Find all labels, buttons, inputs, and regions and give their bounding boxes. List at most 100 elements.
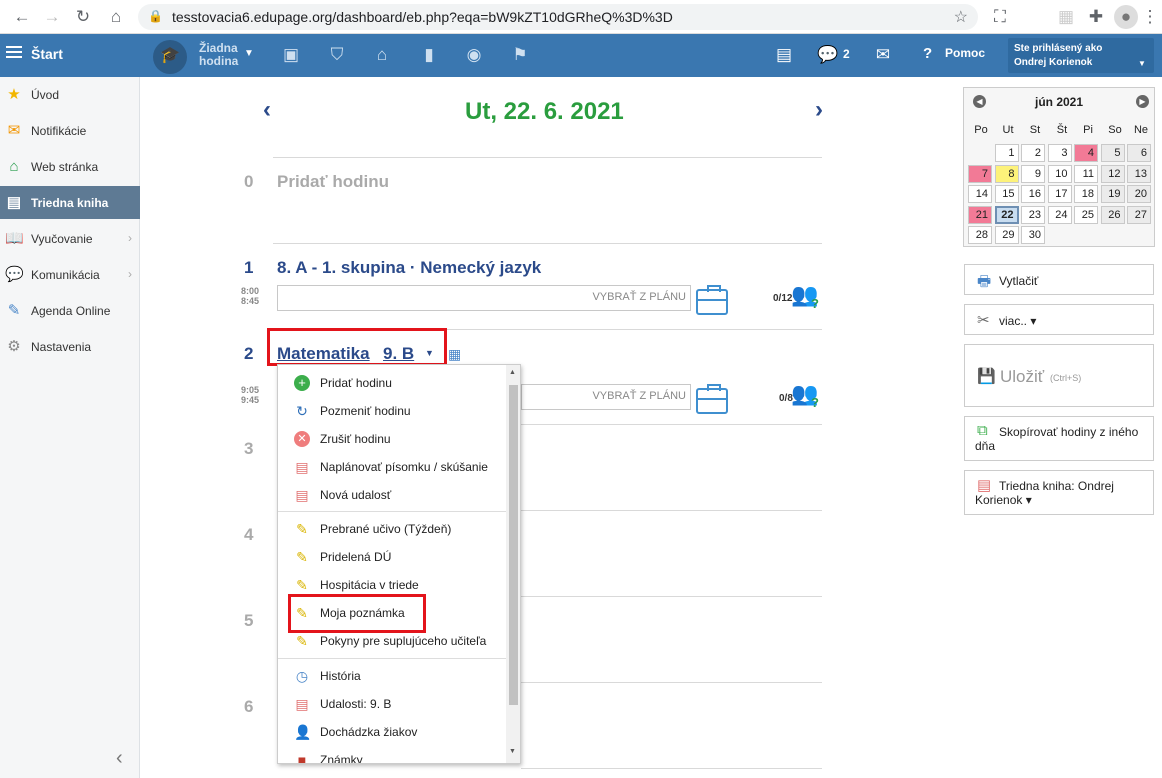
chat-icon[interactable]: 💬 bbox=[817, 44, 839, 66]
compass-icon[interactable]: ◉ bbox=[463, 44, 485, 66]
calendar-day[interactable]: 19 bbox=[1100, 185, 1125, 203]
menu-item-events[interactable]: ▤ Udalosti: 9. B bbox=[278, 690, 506, 718]
briefcase-icon[interactable]: ▣ bbox=[280, 44, 302, 66]
forward-icon[interactable]: → bbox=[40, 5, 64, 29]
print-button[interactable]: 🖶 Vytlačiť bbox=[964, 264, 1154, 295]
back-icon[interactable]: ← bbox=[10, 5, 34, 29]
calendar-day[interactable]: 26 bbox=[1100, 205, 1125, 224]
walking-icon[interactable]: ⚑ bbox=[509, 44, 531, 66]
menu-item-grades[interactable]: ■ Známky bbox=[278, 746, 506, 763]
calendar-day[interactable]: 9 bbox=[1021, 164, 1045, 183]
calendar-day[interactable]: 1 bbox=[994, 144, 1019, 162]
chevron-down-icon[interactable]: ▼ bbox=[244, 48, 254, 59]
chrome-menu-icon[interactable]: ⋮ bbox=[1138, 5, 1162, 29]
plan-placeholder[interactable]: VYBRAŤ Z PLÁNU bbox=[592, 390, 686, 402]
calendar-day[interactable]: 2 bbox=[1021, 144, 1045, 162]
menu-item-homework[interactable]: ✎ Pridelená DÚ bbox=[278, 543, 506, 571]
extension-icon[interactable]: ▦ bbox=[1054, 5, 1078, 29]
briefcase-icon[interactable] bbox=[696, 285, 728, 315]
topic-input[interactable]: VYBRAŤ Z PLÁNU bbox=[521, 384, 691, 410]
sidebar-item-agenda[interactable]: ✎ Agenda Online bbox=[0, 294, 140, 328]
help-label[interactable]: Pomoc bbox=[945, 46, 985, 60]
calendar-day[interactable]: 17 bbox=[1047, 185, 1072, 203]
calendar-day[interactable]: 23 bbox=[1021, 205, 1045, 224]
calendar-day[interactable]: 25 bbox=[1074, 205, 1098, 224]
students-icon[interactable]: 👥? bbox=[791, 282, 819, 311]
graduation-cap-icon[interactable]: 🎓 bbox=[153, 40, 187, 74]
prev-day-icon[interactable]: ‹ bbox=[263, 96, 271, 124]
sidebar-item-nastavenia[interactable]: ⚙ Nastavenia bbox=[0, 330, 140, 364]
cast-icon[interactable]: ⛶ bbox=[988, 5, 1012, 29]
address-bar[interactable]: 🔒 tesstovacia6.edupage.org/dashboard/eb.… bbox=[138, 4, 978, 30]
add-lesson-link[interactable]: Pridať hodinu bbox=[277, 172, 389, 192]
lesson-class[interactable]: 9. B bbox=[383, 344, 414, 364]
copy-lessons-button[interactable]: ⧉ Skopírovať hodiny z iného dňa bbox=[964, 416, 1154, 461]
collapse-sidebar-icon[interactable]: ‹ bbox=[116, 747, 123, 770]
menu-item-change-lesson[interactable]: ↻ Pozmeniť hodinu bbox=[278, 397, 506, 425]
calendar-day[interactable]: 12 bbox=[1100, 164, 1125, 183]
menu-item-add-lesson[interactable]: + Pridať hodinu bbox=[278, 369, 506, 397]
mail-icon[interactable]: ✉ bbox=[872, 44, 894, 66]
calendar-day[interactable]: 16 bbox=[1021, 185, 1045, 203]
calendar-day[interactable]: 10 bbox=[1047, 164, 1072, 183]
calendar-day[interactable]: 18 bbox=[1074, 185, 1098, 203]
save-button[interactable]: 💾 Uložiť (Ctrl+S) bbox=[964, 344, 1154, 407]
calendar-day[interactable]: 6 bbox=[1127, 144, 1151, 162]
calendar-day[interactable]: 3 bbox=[1047, 144, 1072, 162]
lesson-subject[interactable]: Matematika bbox=[277, 344, 370, 364]
students-icon[interactable]: 👥? bbox=[791, 381, 819, 410]
calendar-day[interactable]: 4 bbox=[1074, 144, 1098, 162]
sidebar-item-web[interactable]: ⌂ Web stránka bbox=[0, 150, 140, 184]
briefcase-icon[interactable] bbox=[696, 384, 728, 414]
lesson-selector[interactable]: Žiadna hodina bbox=[199, 42, 241, 68]
calendar-day[interactable]: 27 bbox=[1127, 205, 1151, 224]
calendar-day[interactable]: 30 bbox=[1021, 226, 1045, 244]
next-day-icon[interactable]: › bbox=[815, 96, 823, 124]
sidebar-item-notifikacie[interactable]: ✉ Notifikácie bbox=[0, 114, 140, 148]
bar-chart-icon[interactable]: ▮ bbox=[418, 44, 440, 66]
menu-item-cancel-lesson[interactable]: ✕ Zrušiť hodinu bbox=[278, 425, 506, 453]
bank-icon[interactable]: ⌂ bbox=[371, 44, 393, 66]
sidebar-item-vyucovanie[interactable]: 📖 Vyučovanie › bbox=[0, 222, 140, 256]
reload-icon[interactable]: ↻ bbox=[71, 5, 95, 29]
calendar-day[interactable]: 24 bbox=[1047, 205, 1072, 224]
more-button[interactable]: ✂ viac.. ▾ bbox=[964, 304, 1154, 335]
hamburger-icon[interactable] bbox=[6, 46, 22, 48]
calendar-day[interactable]: 29 bbox=[994, 226, 1019, 244]
menu-item-history[interactable]: ◷ História bbox=[278, 662, 506, 690]
login-box[interactable]: Ste prihlásený ako Ondrej Korienok ▼ bbox=[1008, 38, 1154, 73]
menu-scrollbar[interactable]: ▲ ▼ bbox=[506, 365, 520, 763]
screen-cast-icon[interactable]: ▤ bbox=[773, 44, 795, 66]
calendar-day[interactable]: 22 bbox=[994, 205, 1019, 224]
chevron-down-icon[interactable]: ▼ bbox=[425, 348, 434, 358]
calendar-day[interactable]: 5 bbox=[1100, 144, 1125, 162]
calendar-day[interactable]: 7 bbox=[968, 164, 992, 183]
next-month-icon[interactable]: ▶ bbox=[1136, 95, 1149, 108]
plan-placeholder[interactable]: VYBRAŤ Z PLÁNU bbox=[592, 291, 686, 303]
calendar-day[interactable]: 11 bbox=[1074, 164, 1098, 183]
calendar-day[interactable]: 28 bbox=[968, 226, 992, 244]
bookmark-star-icon[interactable]: ☆ bbox=[954, 7, 968, 27]
calendar-day[interactable]: 13 bbox=[1127, 164, 1151, 183]
home-icon[interactable]: ⌂ bbox=[104, 5, 128, 29]
sidebar-item-komunikacia[interactable]: 💬 Komunikácia › bbox=[0, 258, 140, 292]
start-label[interactable]: Štart bbox=[31, 46, 63, 62]
scroll-up-icon[interactable]: ▲ bbox=[509, 369, 516, 376]
calendar-day[interactable]: 15 bbox=[994, 185, 1019, 203]
calendar-day[interactable]: 14 bbox=[968, 185, 992, 203]
calendar-day[interactable]: 21 bbox=[968, 205, 992, 224]
calendar-day[interactable]: 8 bbox=[994, 164, 1019, 183]
sidebar-item-uvod[interactable]: ★ Úvod bbox=[0, 78, 140, 112]
shield-icon[interactable]: ⛉ bbox=[326, 44, 348, 66]
menu-item-curriculum[interactable]: ✎ Prebrané učivo (Týždeň) bbox=[278, 515, 506, 543]
calendar-day[interactable]: 20 bbox=[1127, 185, 1151, 203]
lesson-title[interactable]: 8. A - 1. skupina · Nemecký jazyk bbox=[277, 258, 541, 278]
classbook-button[interactable]: ▤ Triedna kniha: Ondrej Korienok ▾ bbox=[964, 470, 1154, 515]
profile-icon[interactable]: ● bbox=[1114, 5, 1138, 29]
help-icon[interactable]: ? bbox=[923, 45, 932, 62]
menu-item-plan-test[interactable]: ▤ Naplánovať písomku / skúšanie bbox=[278, 453, 506, 481]
sidebar-item-triedna-kniha[interactable]: ▤ Triedna kniha bbox=[0, 186, 140, 219]
puzzle-icon[interactable]: ✚ bbox=[1084, 5, 1108, 29]
menu-item-new-event[interactable]: ▤ Nová udalosť bbox=[278, 481, 506, 509]
topic-input[interactable]: VYBRAŤ Z PLÁNU bbox=[277, 285, 691, 311]
